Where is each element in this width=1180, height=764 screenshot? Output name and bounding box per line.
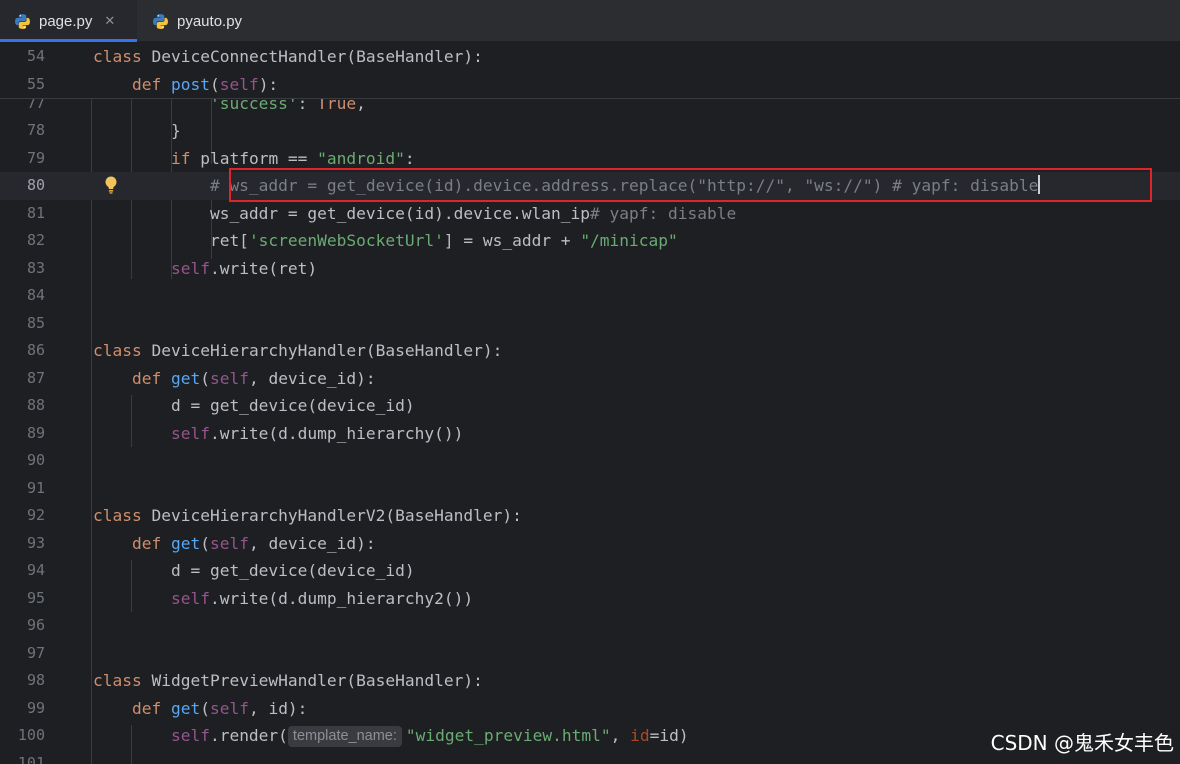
code-text: ret['screenWebSocketUrl'] = ws_addr + "/… [93,231,678,250]
tab-pyauto-py[interactable]: pyauto.py [137,0,267,42]
code-line-88[interactable]: 88 d = get_device(device_id) [0,392,1180,420]
code-text: class DeviceHierarchyHandlerV2(BaseHandl… [93,506,522,525]
code-text: self.write(ret) [170,258,318,278]
line-number: 79 [26,148,45,167]
code-line-83[interactable]: 83 self.write(ret) [0,255,1180,283]
tab-label: page.py [39,12,93,30]
code-text: def get(self, id): [131,698,308,718]
line-number: 92 [26,506,45,524]
line-number: 100 [17,726,45,744]
text-caret [1038,175,1041,194]
line-number: 91 [26,478,45,497]
sticky-line-55[interactable]: 55 def post(self): [0,70,1180,98]
code-line-91[interactable]: 91 [0,475,1180,503]
line-number: 83 [26,258,45,277]
code-text: class DeviceConnectHandler(BaseHandler): [93,47,483,66]
code-text: # ws_addr = get_device(id).device.addres… [93,175,1041,195]
close-icon[interactable]: ✕ [104,14,115,29]
sticky-line-54[interactable]: 54 class DeviceConnectHandler(BaseHandle… [0,43,1180,71]
code-line-81[interactable]: 81 ws_addr = get_device(id).device.wlan_… [0,200,1180,228]
line-number: 88 [26,396,45,414]
code-line-97[interactable]: 97 [0,640,1180,668]
line-number: 85 [26,313,45,332]
code-text: ws_addr = get_device(id).device.wlan_ip#… [93,203,737,223]
tab-label: pyauto.py [177,12,243,30]
code-text: class DeviceHierarchyHandler(BaseHandler… [93,341,503,360]
python-icon [15,13,30,29]
code-line-85[interactable]: 85 [0,310,1180,338]
lightbulb-icon[interactable] [103,175,119,195]
code-line-94[interactable]: 94 d = get_device(device_id) [0,557,1180,585]
line-number: 81 [26,203,45,222]
code-text: class WidgetPreviewHandler(BaseHandler): [93,671,483,690]
code-line-87[interactable]: 87 def get(self, device_id): [0,365,1180,393]
code-line-98[interactable]: 98 class WidgetPreviewHandler(BaseHandle… [0,667,1180,695]
line-number: 93 [26,533,45,552]
code-line-84[interactable]: 84 [0,282,1180,310]
line-number: 54 [26,47,45,65]
line-number: 55 [26,74,45,93]
line-number: 97 [26,643,45,662]
parameter-inlay-hint: template_name: [287,726,402,747]
line-number: 82 [26,231,45,249]
code-line-78[interactable]: 78 } [0,117,1180,145]
sticky-scroll-header: 54 class DeviceConnectHandler(BaseHandle… [0,43,1180,99]
code-editor[interactable]: 77 'success': True, 78 } 79 if platform … [0,43,1180,764]
code-line-99[interactable]: 99 def get(self, id): [0,695,1180,723]
watermark: CSDN @鬼禾女丰色 [990,731,1174,755]
line-number: 95 [26,588,45,607]
code-text: d = get_device(device_id) [93,561,415,580]
code-text: if platform == "android": [170,148,415,168]
line-number: 86 [26,341,45,359]
line-number: 78 [26,121,45,139]
code-line-90[interactable]: 90 [0,447,1180,475]
line-number: 98 [26,671,45,689]
line-number: 89 [26,423,45,442]
code-text: d = get_device(device_id) [93,396,415,415]
line-number: 99 [26,698,45,717]
code-line-79[interactable]: 79 if platform == "android": [0,145,1180,173]
line-number: 80 [26,176,45,194]
line-number: 90 [26,451,45,469]
code-text: def get(self, device_id): [131,533,376,553]
code-line-95[interactable]: 95 self.write(d.dump_hierarchy2()) [0,585,1180,613]
code-line-80[interactable]: 80 # ws_addr = get_device(id).device.add… [0,172,1180,200]
line-number: 96 [26,616,45,634]
code-line-96[interactable]: 96 [0,612,1180,640]
code-text: def post(self): [131,74,279,94]
line-number: 84 [26,286,45,304]
code-text: self.write(d.dump_hierarchy2()) [170,588,474,608]
code-text: def get(self, device_id): [131,368,376,388]
code-line-82[interactable]: 82 ret['screenWebSocketUrl'] = ws_addr +… [0,227,1180,255]
line-number: 87 [26,368,45,387]
code-text: self.render(template_name: "widget_previe… [170,726,689,747]
python-icon [153,13,168,29]
code-line-86[interactable]: 86 class DeviceHierarchyHandler(BaseHand… [0,337,1180,365]
line-number: 94 [26,561,45,579]
line-number: 101 [17,753,45,764]
editor-tab-bar: page.py ✕ pyauto.py [0,0,1180,42]
tab-page-py[interactable]: page.py ✕ [0,0,137,42]
code-line-93[interactable]: 93 def get(self, device_id): [0,530,1180,558]
code-line-89[interactable]: 89 self.write(d.dump_hierarchy()) [0,420,1180,448]
code-text: self.write(d.dump_hierarchy()) [170,423,464,443]
code-text: } [93,121,181,140]
code-line-92[interactable]: 92 class DeviceHierarchyHandlerV2(BaseHa… [0,502,1180,530]
